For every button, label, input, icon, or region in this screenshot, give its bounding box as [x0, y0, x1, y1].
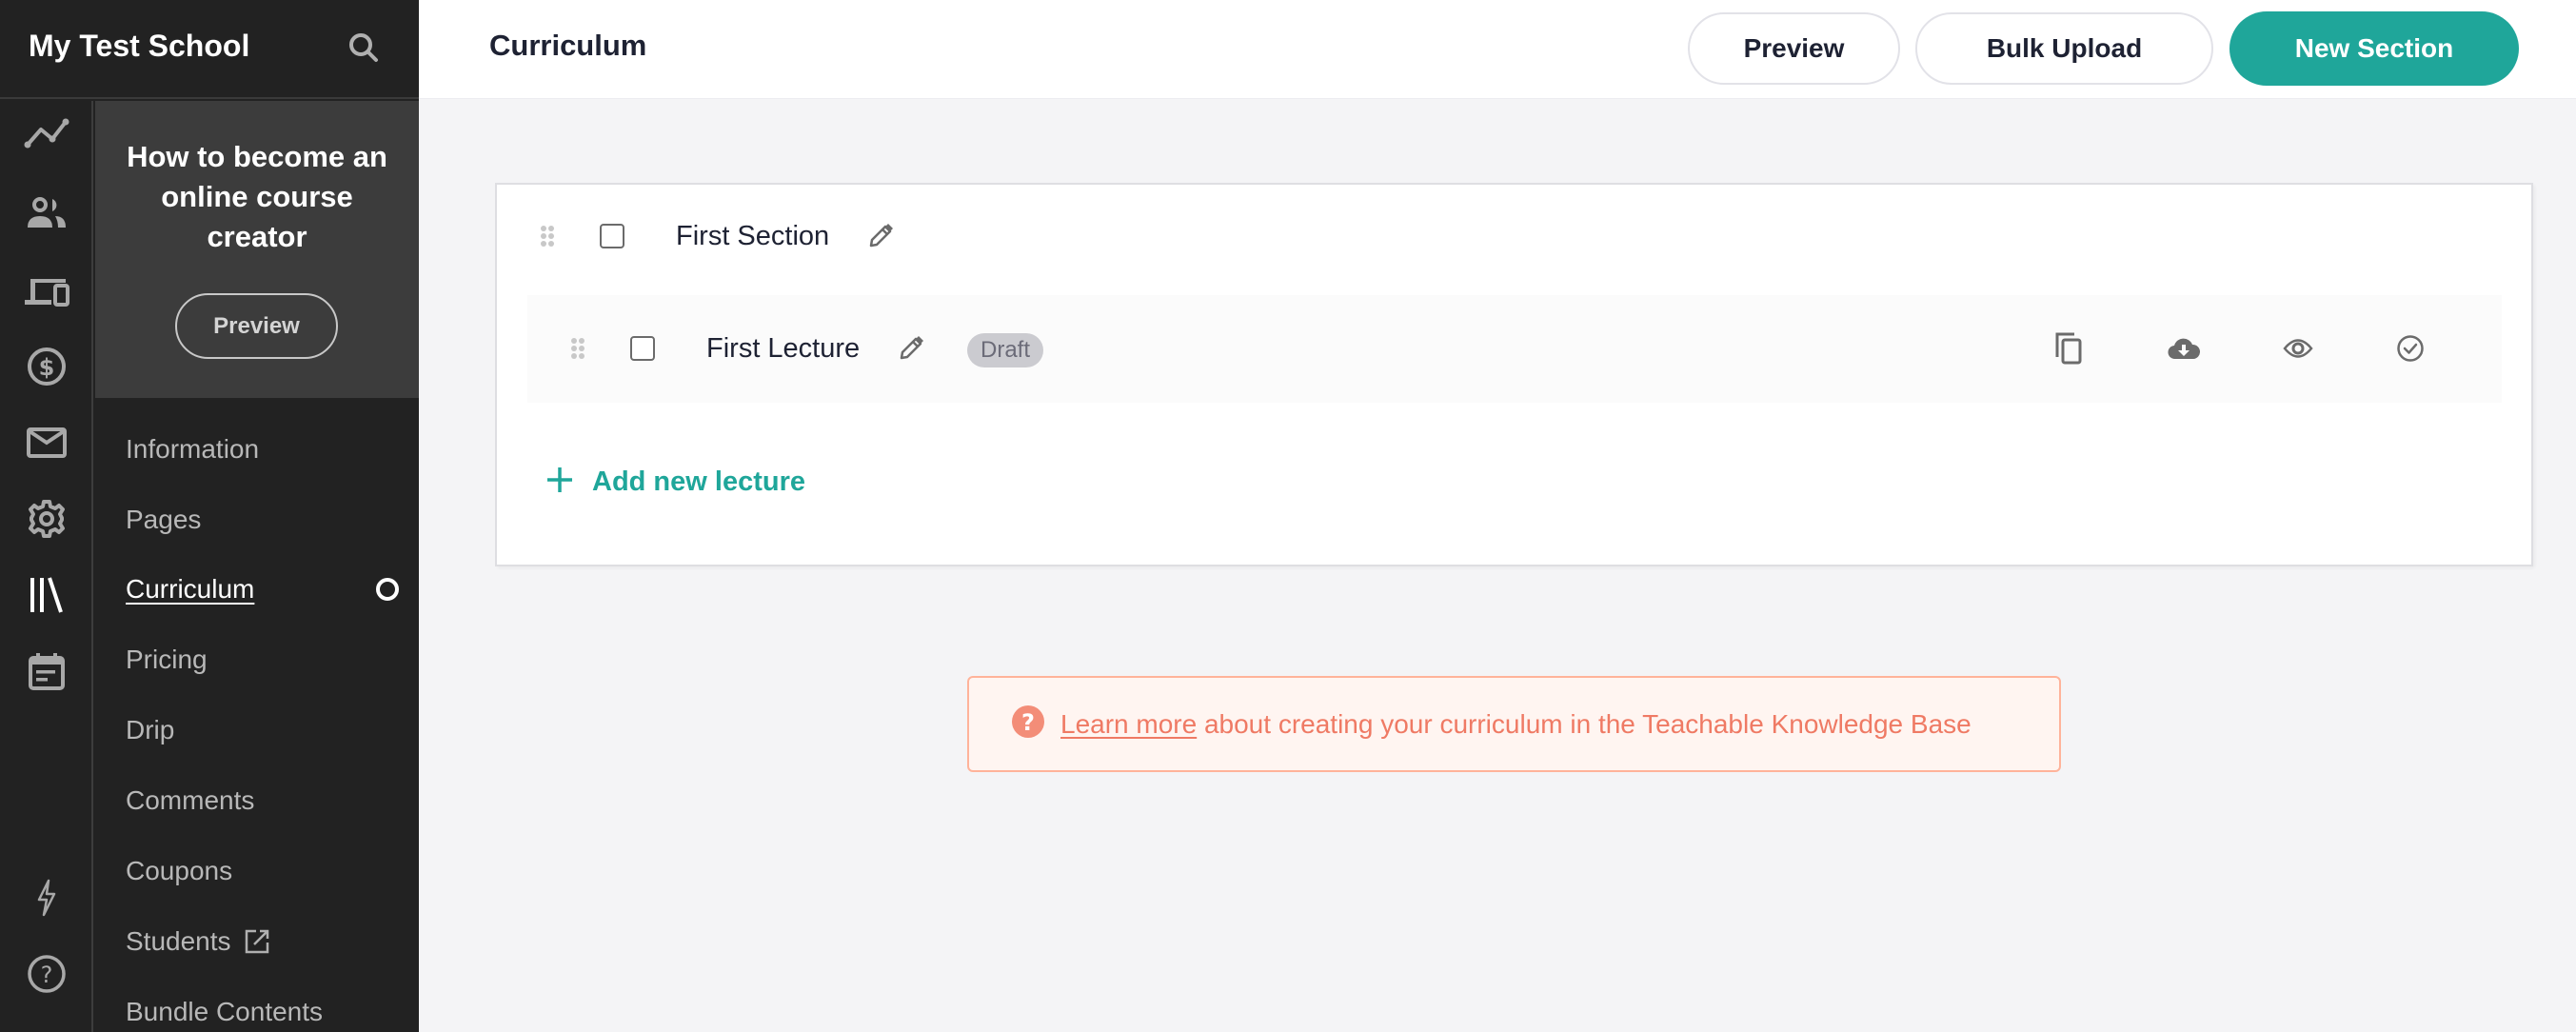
learn-more-link[interactable]: Learn more	[1060, 709, 1197, 739]
question-circle-icon: ?	[1011, 705, 1045, 744]
svg-text:?: ?	[1021, 709, 1035, 736]
top-bar: Curriculum Preview Bulk Upload New Secti…	[419, 0, 2576, 99]
status-badge: Draft	[967, 333, 1044, 367]
app-root: My Test School $ ? How to become an onli…	[0, 0, 2576, 1032]
add-new-lecture-button[interactable]: Add new lecture	[546, 466, 805, 498]
section-header-row: First Section	[541, 217, 894, 255]
lecture-drag-handle-icon[interactable]	[571, 338, 585, 359]
lecture-title[interactable]: First Lecture	[706, 333, 860, 365]
nav-item-students[interactable]: Students	[126, 923, 269, 961]
gear-icon[interactable]	[20, 492, 73, 546]
nav-item-pricing[interactable]: Pricing	[126, 641, 208, 679]
nav-status-circle-icon	[376, 578, 399, 601]
nav-item-coupons[interactable]: Coupons	[126, 852, 232, 890]
library-icon[interactable]	[20, 568, 73, 622]
bulk-upload-button[interactable]: Bulk Upload	[1915, 12, 2213, 85]
bolt-icon[interactable]	[20, 871, 73, 924]
cloud-download-icon[interactable]	[2165, 329, 2203, 367]
school-name[interactable]: My Test School	[29, 29, 249, 64]
edit-lecture-pencil-icon[interactable]	[898, 335, 924, 362]
nav-item-curriculum[interactable]: Curriculum	[126, 570, 254, 608]
plus-icon	[546, 466, 573, 498]
knowledge-base-info-box: ? Learn more about creating your curricu…	[967, 676, 2061, 772]
svg-text:$: $	[39, 354, 55, 381]
external-link-icon	[245, 929, 269, 954]
mail-icon[interactable]	[20, 416, 73, 469]
nav-item-drip[interactable]: Drip	[126, 711, 174, 749]
copy-icon[interactable]	[2051, 329, 2089, 367]
check-circle-icon[interactable]	[2391, 329, 2429, 367]
trend-line-icon[interactable]	[20, 107, 73, 160]
section-title: First Section	[676, 220, 830, 251]
dollar-icon[interactable]: $	[20, 340, 73, 393]
users-icon[interactable]	[20, 186, 73, 239]
preview-button[interactable]: Preview	[1688, 12, 1900, 85]
course-title: How to become an online course creator	[127, 140, 387, 253]
course-panel: How to become an online course creator P…	[95, 101, 419, 398]
edit-section-pencil-icon[interactable]	[867, 223, 894, 249]
nav-item-students-label: Students	[126, 926, 231, 956]
new-section-button[interactable]: New Section	[2229, 11, 2519, 86]
search-icon[interactable]	[345, 29, 383, 67]
school-header: My Test School	[0, 0, 419, 99]
nav-item-pages[interactable]: Pages	[126, 501, 201, 539]
nav-item-bundle-contents[interactable]: Bundle Contents	[126, 993, 323, 1031]
icon-rail: $ ?	[0, 101, 93, 1032]
eye-icon[interactable]	[2279, 329, 2317, 367]
nav-item-comments[interactable]: Comments	[126, 782, 254, 820]
svg-text:?: ?	[41, 962, 53, 988]
section-card: First Section First Lecture Draft Add ne…	[495, 183, 2533, 566]
calendar-icon[interactable]	[20, 645, 73, 698]
lecture-checkbox[interactable]	[630, 336, 655, 361]
add-new-lecture-label: Add new lecture	[592, 466, 805, 497]
sidebar: My Test School $ ? How to become an onli…	[0, 0, 419, 1032]
nav-item-information[interactable]: Information	[126, 430, 259, 468]
help-icon[interactable]: ?	[20, 947, 73, 1001]
devices-icon[interactable]	[20, 266, 73, 319]
lecture-row[interactable]: First Lecture Draft	[527, 295, 2502, 403]
section-checkbox[interactable]	[600, 224, 624, 248]
drag-handle-icon[interactable]	[541, 226, 554, 247]
info-description: about creating your curriculum in the Te…	[1197, 708, 1972, 739]
page-title: Curriculum	[489, 29, 647, 62]
lecture-main: First Lecture	[571, 329, 924, 367]
info-text: Learn more about creating your curriculu…	[1060, 709, 1972, 740]
course-preview-button[interactable]: Preview	[175, 293, 338, 359]
